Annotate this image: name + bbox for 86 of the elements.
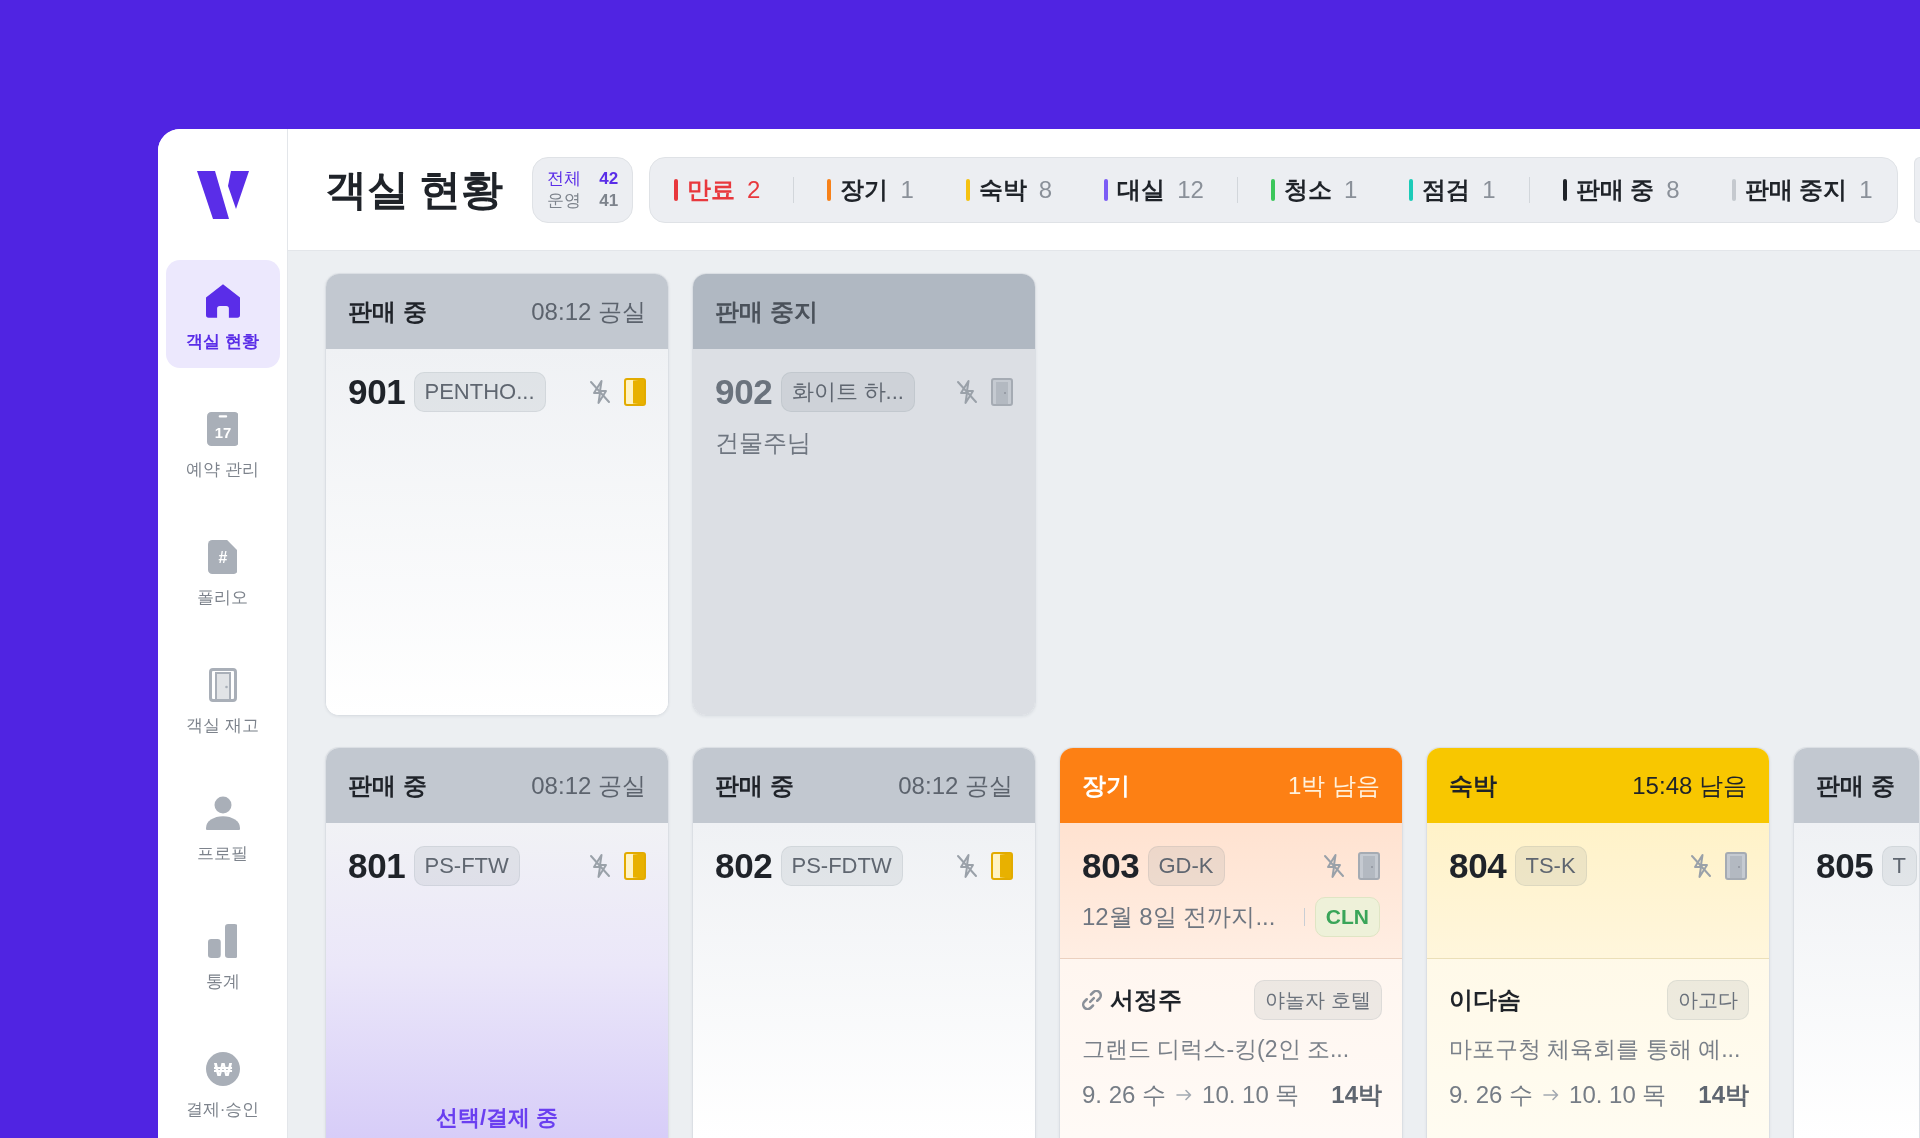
room-card[interactable]: 판매 중 08:12 공실 801 PS-FTW 선택/결제 중 [325, 747, 669, 1138]
filter-item[interactable]: 점검 1 [1409, 174, 1496, 205]
filter-item[interactable]: 청소 1 [1270, 174, 1358, 205]
guest-name: 이다솜 [1449, 985, 1521, 1015]
time-label: 1박 남음 [1288, 770, 1380, 801]
room-type-tag: PS-FTW [413, 846, 520, 886]
bolt-off-icon [1322, 853, 1346, 879]
payment-status: 선택/결제 중 [435, 1104, 559, 1132]
filter-item[interactable]: 판매 중지 1 [1731, 174, 1873, 205]
room-note: 건물주님 [715, 428, 811, 458]
room-type-tag: 화이트 하... [780, 372, 915, 412]
status-label: 판매 중지 [715, 296, 818, 327]
time-label: 08:12 공실 [531, 296, 646, 327]
status-label: 판매 중 [348, 770, 427, 801]
guest-name: 서정주 [1110, 985, 1182, 1015]
summary-label: 운영 [547, 189, 582, 212]
toolbar-button[interactable] [1913, 156, 1920, 223]
check-in-date: 9. 26 수 [1449, 1080, 1534, 1110]
door-icon [208, 668, 237, 702]
nav-item[interactable]: 17 예약 관리 [165, 388, 280, 496]
status-label: 숙박 [1449, 770, 1497, 801]
room-number: 805 [1816, 846, 1874, 886]
room-note: 12월 8일 전까지... [1082, 902, 1276, 932]
room-type-tag: PS-FDTW [780, 846, 903, 886]
check-out-date: 10. 10 목 [1202, 1080, 1300, 1110]
nights-count: 14박 [1698, 1080, 1749, 1110]
page-title: 객실 현황 [325, 164, 503, 215]
room-number: 801 [348, 846, 406, 886]
summary-value: 42 [599, 167, 619, 190]
nav-item[interactable]: 프로필 [165, 772, 280, 880]
status-label: 판매 중 [348, 296, 427, 327]
status-code-badge: CLN [1314, 897, 1380, 937]
logo-icon [196, 170, 249, 219]
nav-item[interactable]: ₩ 결제·승인 [165, 1028, 280, 1136]
arrow-icon [1176, 1089, 1193, 1101]
person-icon [205, 796, 240, 830]
room-card[interactable]: 장기 1박 남음 803 GD-K 12월 8일 전까지... CLN 서정주 야놀자 호텔 그랜드 디럭스-킹(2인 조... 9. 26 수 10. 10 목 14박 [1059, 747, 1403, 1138]
arrow-icon [1543, 1089, 1560, 1101]
document-icon: # [207, 540, 238, 574]
room-product: 마포구청 체육회를 통해 예... [1449, 1035, 1742, 1064]
time-label: 08:12 공실 [531, 770, 646, 801]
room-number: 901 [348, 372, 406, 412]
room-number: 803 [1082, 846, 1140, 886]
check-in-date: 9. 26 수 [1082, 1080, 1167, 1110]
won-coin-icon: ₩ [205, 1052, 240, 1086]
nav-item[interactable]: # 폴리오 [165, 516, 280, 624]
room-type-tag: GD-K [1147, 846, 1225, 886]
summary-value: 41 [599, 189, 619, 212]
room-number: 804 [1449, 846, 1507, 886]
time-label: 15:48 남음 [1632, 770, 1747, 801]
room-type-tag: T [1881, 846, 1917, 886]
room-card[interactable]: 숙박 15:48 남음 804 TS-K 이다솜 아고다 마포구청 체육회를 통해 예... 9. 26 수 10. 10 목 14박 [1426, 747, 1770, 1138]
nav-item[interactable]: 객실 재고 [165, 644, 280, 752]
filter-item[interactable]: 만료 2 [674, 174, 761, 205]
check-out-date: 10. 10 목 [1569, 1080, 1667, 1110]
bolt-off-icon [1689, 853, 1713, 879]
filter-item[interactable]: 대실 12 [1104, 174, 1204, 205]
nav-item[interactable]: 통계 [165, 900, 280, 1008]
nav-item[interactable]: 객실 현황 [165, 260, 280, 368]
filter-item[interactable]: 판매 중 8 [1562, 174, 1680, 205]
channel-tag: 아고다 [1667, 980, 1749, 1020]
bolt-off-icon [588, 379, 612, 405]
room-card[interactable]: 판매 중 08:12 공실 901 PENTHO... [325, 273, 669, 716]
room-product: 그랜드 디럭스-킹(2인 조... [1082, 1035, 1351, 1064]
room-card[interactable]: 판매 중 08:12 공실 802 PS-FDTW [692, 747, 1036, 1138]
nights-count: 14박 [1331, 1080, 1382, 1110]
time-label: 08:12 공실 [898, 770, 1013, 801]
room-type-tag: TS-K [1514, 846, 1587, 886]
channel-tag: 야놀자 호텔 [1254, 980, 1382, 1020]
bolt-off-icon [955, 853, 979, 879]
room-number: 802 [715, 846, 773, 886]
status-label: 판매 중 [1816, 770, 1895, 801]
filter-item[interactable]: 숙박 8 [965, 174, 1053, 205]
room-card[interactable]: 판매 중 805 T [1793, 747, 1920, 1138]
status-label: 장기 [1082, 770, 1130, 801]
room-type-tag: PENTHO... [413, 372, 546, 412]
bar-chart-icon [207, 924, 238, 958]
calendar-icon: 17 [206, 412, 239, 446]
status-label: 판매 중 [715, 770, 794, 801]
room-number: 902 [715, 372, 773, 412]
room-card[interactable]: 판매 중지 902 화이트 하... 건물주님 [692, 273, 1036, 716]
bolt-off-icon [588, 853, 612, 879]
filter-item[interactable]: 장기 1 [827, 174, 914, 205]
home-icon [205, 284, 240, 318]
summary-label: 전체 [547, 167, 582, 190]
bolt-off-icon [955, 379, 979, 405]
